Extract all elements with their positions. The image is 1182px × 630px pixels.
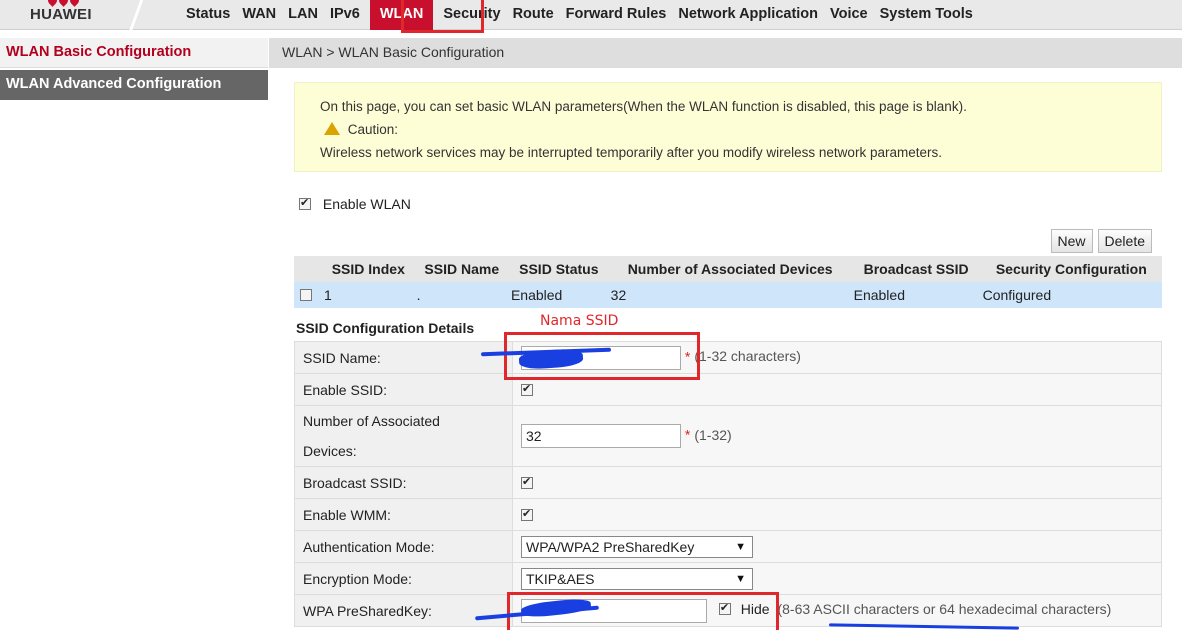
warning-icon [324, 122, 340, 135]
broadcast-ssid-cell [512, 466, 1162, 499]
form-row-assoc-devices: Number of Associated Devices: 32 * (1-32) [294, 405, 1162, 467]
broadcast-ssid-checkbox[interactable] [521, 475, 533, 489]
sidebar: WLAN Basic Configuration WLAN Advanced C… [0, 38, 268, 630]
enc-mode-cell: TKIP&AES [512, 562, 1162, 595]
table-actions: New Delete [1050, 229, 1152, 253]
column-header: Broadcast SSID [851, 256, 981, 282]
nav-wan[interactable]: WAN [236, 0, 282, 30]
assoc-devices-input[interactable]: 32 [521, 424, 681, 448]
ssid-name-hint: (1-32 characters) [694, 348, 801, 365]
enc-mode-select[interactable]: TKIP&AES [521, 567, 753, 590]
required-mark: * [684, 426, 691, 443]
table-cell: 1 [322, 282, 415, 308]
breadcrumb: WLAN > WLAN Basic Configuration [269, 38, 1182, 68]
sidebar-item-wlan-basic[interactable]: WLAN Basic Configuration [0, 38, 268, 68]
form-row-enable-wmm: Enable WMM: [294, 498, 1162, 531]
nav-ipv6[interactable]: IPv6 [324, 0, 366, 30]
enable-wlan-label: Enable WLAN [322, 196, 411, 212]
ssid-table: SSID Index SSID Name SSID Status Number … [294, 256, 1162, 308]
enc-mode-label: Encryption Mode: [294, 562, 513, 595]
table-row[interactable]: 1 . Enabled 32 Enabled Configured [294, 282, 1162, 308]
ssid-name-label: SSID Name: [294, 341, 513, 374]
assoc-devices-label-cell: Number of Associated Devices: [294, 405, 513, 467]
assoc-devices-cell: 32 * (1-32) [512, 405, 1162, 467]
table-cell: Configured [980, 282, 1162, 308]
enable-wlan-checkbox[interactable] [299, 196, 311, 210]
top-nav-bar: HUAWEI Status WAN LAN IPv6 WLAN Security… [0, 0, 1182, 30]
enable-ssid-label: Enable SSID: [294, 373, 513, 406]
table-cell: . [414, 282, 509, 308]
wlan-highlight-box [401, 0, 484, 33]
huawei-logo: HUAWEI [30, 0, 110, 30]
form-row-enable-ssid: Enable SSID: [294, 373, 1162, 406]
delete-button[interactable]: Delete [1097, 229, 1152, 253]
annotation-nama-ssid: Nama SSID [540, 313, 619, 329]
column-header: SSID Name [414, 256, 509, 282]
psk-label: WPA PreSharedKey: [294, 594, 513, 627]
column-header: SSID Status [508, 256, 609, 282]
column-header: SSID Index [322, 256, 415, 282]
assoc-devices-hint: (1-32) [694, 426, 732, 443]
enable-wlan-row: Enable WLAN [299, 196, 411, 212]
main-content: WLAN > WLAN Basic Configuration On this … [269, 38, 1182, 630]
nav-status[interactable]: Status [180, 0, 236, 30]
enable-ssid-checkbox[interactable] [521, 382, 533, 396]
table-cell: 32 [608, 282, 852, 308]
select-column-header [294, 256, 322, 282]
auth-mode-cell: WPA/WPA2 PreSharedKey [512, 530, 1162, 563]
nav-system-tools[interactable]: System Tools [874, 0, 979, 30]
column-header: Number of Associated Devices [608, 256, 852, 282]
notice-line-2: Wireless network services may be interru… [320, 145, 942, 160]
enable-wmm-cell [512, 498, 1162, 531]
sidebar-item-wlan-advanced[interactable]: WLAN Advanced Configuration [0, 70, 268, 100]
table-cell: Enabled [508, 282, 609, 308]
enable-wmm-label: Enable WMM: [294, 498, 513, 531]
psk-hint: (8-63 ASCII characters or 64 hexadecimal… [777, 601, 1112, 618]
enable-wmm-checkbox[interactable] [521, 507, 533, 521]
form-row-broadcast-ssid: Broadcast SSID: [294, 466, 1162, 499]
caution-label: Caution: [347, 122, 399, 137]
nav-network-application[interactable]: Network Application [672, 0, 824, 30]
assoc-devices-label-line-2: Devices: [303, 443, 357, 459]
brand-name: HUAWEI [30, 6, 92, 23]
row-select-cell [294, 282, 322, 308]
header-divider [128, 0, 144, 30]
nav-forward-rules[interactable]: Forward Rules [560, 0, 673, 30]
main-nav: Status WAN LAN IPv6 WLAN Security Route … [180, 0, 979, 30]
notice-line-1: On this page, you can set basic WLAN par… [320, 99, 967, 114]
notice-caution: Caution: [320, 118, 1161, 141]
form-row-ssid-name: SSID Name: * (1-32 characters) [294, 341, 1162, 374]
broadcast-ssid-label: Broadcast SSID: [294, 466, 513, 499]
auth-mode-select[interactable]: WPA/WPA2 PreSharedKey [521, 535, 753, 558]
form-row-enc-mode: Encryption Mode: TKIP&AES [294, 562, 1162, 595]
ssid-config-form: SSID Name: * (1-32 characters) Enable SSI… [294, 341, 1162, 627]
table-header-row: SSID Index SSID Name SSID Status Number … [294, 256, 1162, 282]
assoc-devices-label-line-1: Number of Associated [303, 413, 440, 429]
info-notice: On this page, you can set basic WLAN par… [294, 82, 1162, 172]
nav-route[interactable]: Route [507, 0, 560, 30]
column-header: Security Configuration [980, 256, 1162, 282]
form-row-auth-mode: Authentication Mode: WPA/WPA2 PreSharedK… [294, 530, 1162, 563]
new-button[interactable]: New [1050, 229, 1093, 253]
section-title: SSID Configuration Details [296, 320, 475, 336]
table-cell: Enabled [851, 282, 981, 308]
auth-mode-label: Authentication Mode: [294, 530, 513, 563]
nav-voice[interactable]: Voice [824, 0, 874, 30]
row-select-checkbox[interactable] [300, 289, 312, 301]
nav-lan[interactable]: LAN [282, 0, 324, 30]
